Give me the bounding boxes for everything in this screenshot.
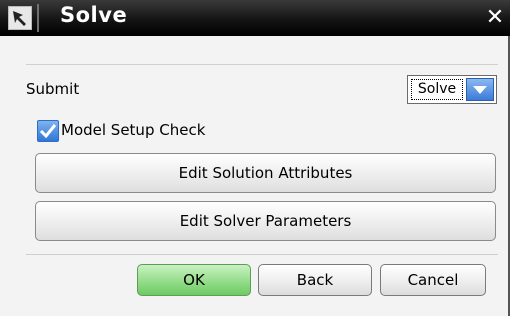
submit-label: Submit: [26, 80, 80, 98]
title-separator: [37, 4, 39, 32]
chevron-down-icon[interactable]: [466, 78, 494, 101]
model-setup-check-label[interactable]: Model Setup Check: [61, 121, 205, 139]
cancel-button[interactable]: Cancel: [380, 264, 486, 296]
edit-solver-parameters-button[interactable]: Edit Solver Parameters: [35, 201, 496, 241]
model-setup-check-checkbox[interactable]: [37, 120, 59, 142]
pointer-arrow-icon: [8, 6, 32, 30]
close-icon[interactable]: ✕: [482, 6, 508, 30]
checkmark-icon: [39, 124, 57, 139]
solve-dialog: Solve ✕ Submit Solve Model Setup Check E…: [0, 0, 510, 316]
submit-dropdown-value: Solve: [411, 79, 463, 100]
back-button[interactable]: Back: [258, 264, 372, 296]
edit-solution-attributes-button[interactable]: Edit Solution Attributes: [35, 153, 496, 193]
window-title: Solve: [60, 3, 128, 27]
submit-dropdown[interactable]: Solve: [407, 75, 497, 104]
divider-bottom: [26, 254, 498, 255]
ok-button[interactable]: OK: [137, 264, 251, 296]
title-bar[interactable]: Solve ✕: [0, 0, 510, 36]
divider-top: [26, 64, 498, 65]
